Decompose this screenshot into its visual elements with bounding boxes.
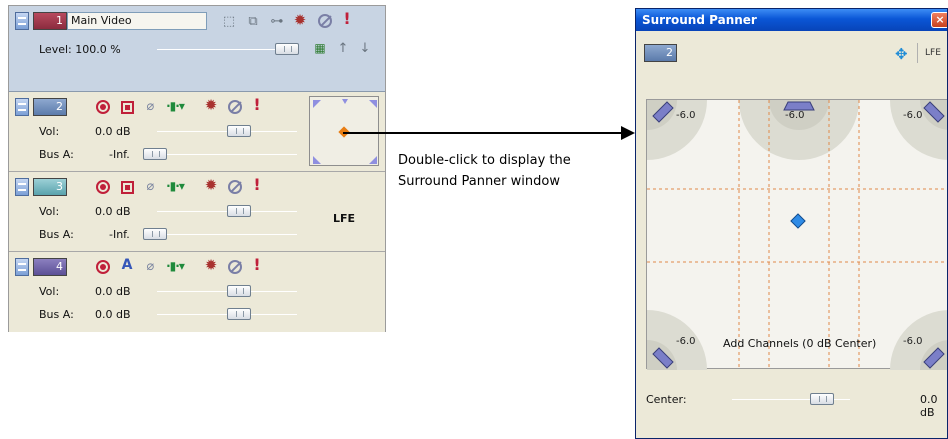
track-gripper-icon[interactable] [15,98,29,116]
vol-value: 0.0 dB [95,125,131,138]
input-monitor-icon[interactable] [119,99,135,115]
toolbar-divider [917,43,918,63]
bus-slider-thumb[interactable] [143,228,167,240]
track-fx-icon[interactable]: ✹ [203,257,219,273]
add-channels-label: Add Channels (0 dB Center) [723,337,877,350]
pan-field-graphics [647,100,947,370]
level-value: 100.0 % [75,43,121,56]
bus-label: Bus A: [39,228,74,241]
track-number[interactable]: 3 [33,178,67,196]
vol-value: 0.0 dB [95,205,131,218]
front-right-level: -6.0 [903,110,923,121]
surround-panner-window: Surround Panner × 2 ✥ LFE -6.0 -6.0 -6.0… [635,8,948,439]
compositing-mode-icon[interactable]: ▦ [312,40,328,56]
solo-icon[interactable]: ! [249,97,265,113]
panner-track-number: 2 [644,44,677,62]
invert-phase-icon[interactable]: ⌀ [142,178,158,194]
composite-icon[interactable]: ⧉ [245,13,261,29]
solo-icon[interactable]: ! [249,177,265,193]
front-left-level: -6.0 [676,110,696,121]
callout-arrow-line [343,132,623,134]
center-speaker-icon [783,101,815,111]
solo-icon[interactable]: ! [249,257,265,273]
track-fx-icon[interactable]: ✹ [203,177,219,193]
automation-mode-icon[interactable]: A [119,257,135,273]
bus-value: -Inf. [109,228,130,241]
track-list: 1 Main Video ⬚ ⧉ ⊶ ✹ ! Level: 100.0 % ▦ … [8,5,386,332]
move-up-icon[interactable]: ↑ [335,40,351,56]
arm-record-icon[interactable] [95,99,111,115]
arm-record-icon[interactable] [95,259,111,275]
track-fx-icon[interactable]: ✹ [203,97,219,113]
center-slider-thumb[interactable] [810,393,834,405]
rear-left-level: -6.0 [676,336,696,347]
automation-dropdown-icon[interactable]: ·▮·▾ [166,178,185,194]
surround-panner-thumbnail[interactable] [309,96,379,166]
level-slider-thumb[interactable] [275,43,299,55]
bus-value: 0.0 dB [95,308,131,321]
vol-label: Vol: [39,205,60,218]
callout-caption: Double-click to display the Surround Pan… [398,153,571,189]
bus-label: Bus A: [39,148,74,161]
vol-value: 0.0 dB [95,285,131,298]
move-down-icon[interactable]: ↓ [357,40,373,56]
arm-record-icon[interactable] [95,179,111,195]
vol-slider-thumb[interactable] [227,205,251,217]
track-gripper-icon[interactable] [15,178,29,196]
audio-track-3[interactable]: 3 ⌀ ·▮·▾ ✹ ! Vol: 0.0 dB Bus A: -Inf. LF… [9,172,385,252]
panner-toolbar: 2 ✥ LFE [636,31,947,99]
vol-label: Vol: [39,285,60,298]
center-label: Center: [646,393,687,406]
bus-slider-thumb[interactable] [227,308,251,320]
mute-icon[interactable] [227,179,243,195]
callout-arrow-head [621,126,635,140]
solo-icon[interactable]: ! [339,11,355,27]
input-monitor-icon[interactable] [119,179,135,195]
audio-track-2[interactable]: 2 ⌀ ·▮·▾ ✹ ! Vol: 0.0 dB Bus A: -Inf. [9,92,385,172]
track-fx-icon[interactable]: ✹ [292,12,308,28]
automation-icon[interactable]: ⊶ [269,13,285,29]
bus-label: Bus A: [39,308,74,321]
level-label: Level: 100.0 % [39,43,121,56]
pan-crop-icon[interactable]: ⬚ [221,13,237,29]
mute-icon[interactable] [227,99,243,115]
window-titlebar[interactable]: Surround Panner × [636,9,947,31]
track-gripper-icon[interactable] [15,258,29,276]
move-icon[interactable]: ✥ [895,45,908,63]
center-value: 0.0 dB [920,393,938,419]
track-number[interactable]: 4 [33,258,67,276]
rear-right-level: -6.0 [903,336,923,347]
invert-phase-icon[interactable]: ⌀ [142,98,158,114]
video-track-header[interactable]: 1 Main Video ⬚ ⧉ ⊶ ✹ ! Level: 100.0 % ▦ … [9,6,385,92]
invert-phase-icon[interactable]: ⌀ [142,258,158,274]
track-number[interactable]: 1 [33,12,67,30]
mute-icon[interactable] [227,259,243,275]
track-gripper-icon[interactable] [15,12,29,30]
vol-slider-thumb[interactable] [227,285,251,297]
window-title: Surround Panner [642,13,757,27]
automation-dropdown-icon[interactable]: ·▮·▾ [166,258,185,274]
surround-pan-field[interactable]: -6.0 -6.0 -6.0 -6.0 -6.0 Add Channels (0… [646,99,947,370]
pan-point-marker [790,213,806,229]
audio-track-4[interactable]: 4 A ⌀ ·▮·▾ ✹ ! Vol: 0.0 dB Bus A: 0.0 dB [9,252,385,332]
center-level: -6.0 [785,110,805,121]
bus-value: -Inf. [109,148,130,161]
bus-slider-thumb[interactable] [143,148,167,160]
mute-icon[interactable] [317,13,333,29]
vol-slider-thumb[interactable] [227,125,251,137]
close-button[interactable]: × [931,12,947,28]
track-name-field[interactable]: Main Video [67,12,207,30]
vol-label: Vol: [39,125,60,138]
lfe-label: LFE [333,212,356,225]
lfe-button[interactable]: LFE [925,48,941,58]
automation-dropdown-icon[interactable]: ·▮·▾ [166,98,185,114]
track-number[interactable]: 2 [33,98,67,116]
